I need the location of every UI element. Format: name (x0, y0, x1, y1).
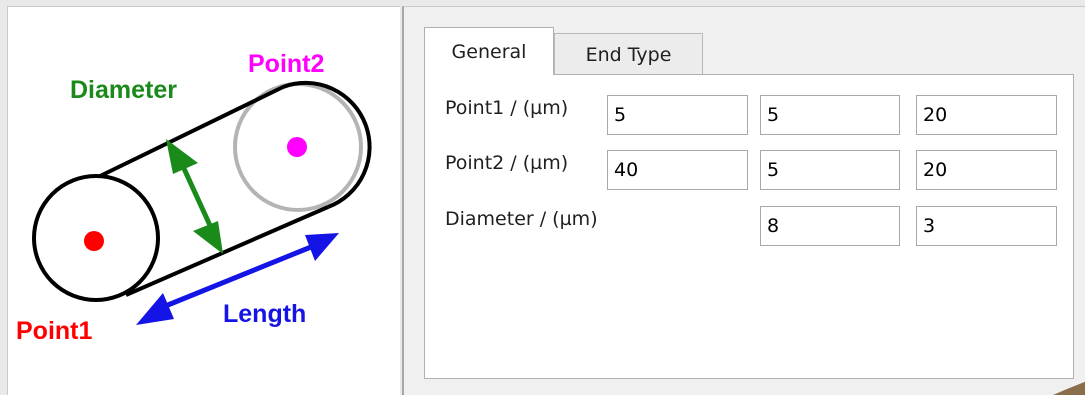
tab-general[interactable]: General (424, 27, 554, 75)
cylinder-diagram: Point2 Diameter Point1 Length (16, 50, 372, 345)
length-label: Length (223, 300, 306, 328)
tab-general-label: General (451, 40, 527, 63)
point1-z-field[interactable]: 20 (916, 95, 1057, 135)
diameter-label: Diameter (70, 76, 177, 104)
point1-dot (84, 231, 104, 251)
diameter-inner-field[interactable]: 3 (916, 206, 1057, 246)
general-tab-pane: Point1 / (µm) 5 5 20 Point2 / (µm) 40 5 … (424, 74, 1074, 379)
point1-row-label: Point1 / (µm) (445, 97, 569, 119)
diameter-arrow (166, 139, 223, 254)
tab-end-type-label: End Type (585, 43, 672, 66)
point1-x-field[interactable]: 5 (607, 95, 748, 135)
point2-y-field[interactable]: 5 (760, 150, 900, 190)
point2-row-label: Point2 / (µm) (445, 152, 569, 174)
point1-label: Point1 (16, 317, 92, 345)
point2-label: Point2 (248, 50, 324, 78)
properties-panel: General End Type Point1 / (µm) 5 5 20 Po… (402, 6, 1085, 395)
point2-x-field[interactable]: 40 (607, 150, 748, 190)
point2-z-field[interactable]: 20 (916, 150, 1057, 190)
diameter-row-label: Diameter / (µm) (445, 208, 598, 230)
resize-corner-decoration (1053, 381, 1085, 395)
tab-end-type[interactable]: End Type (554, 33, 703, 75)
diameter-outer-field[interactable]: 8 (760, 206, 900, 246)
cylinder-diagram-panel: Point2 Diameter Point1 Length (7, 6, 400, 395)
point1-y-field[interactable]: 5 (760, 95, 900, 135)
point2-dot (287, 137, 307, 157)
